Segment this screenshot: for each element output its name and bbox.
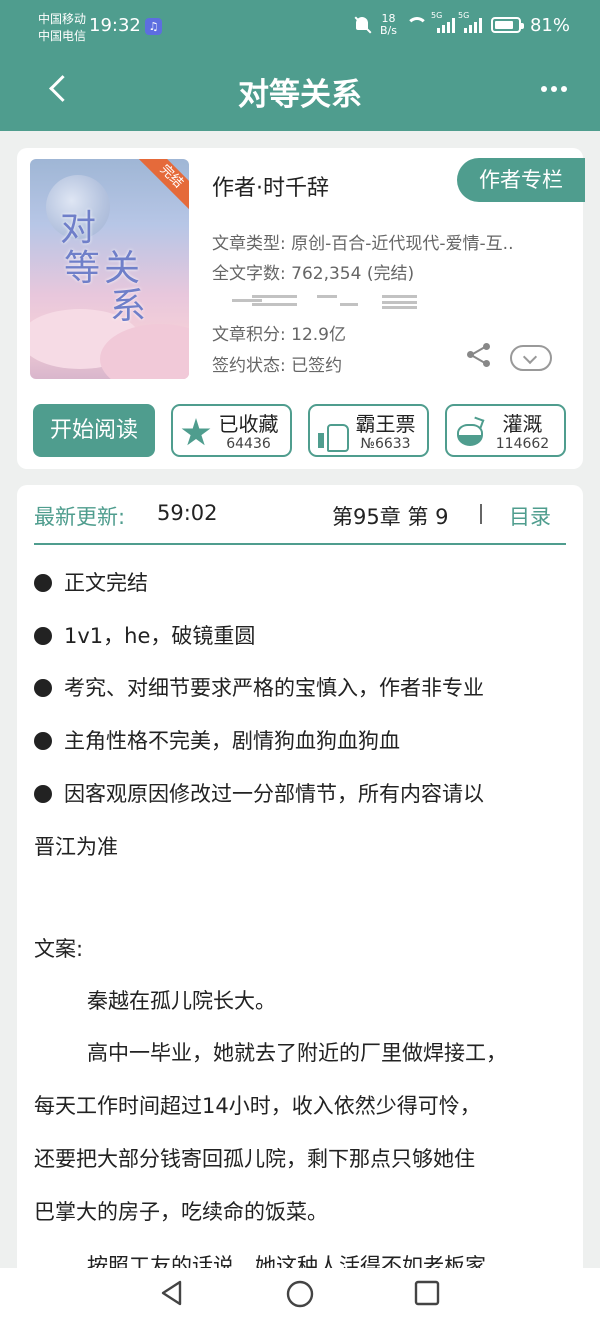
divider xyxy=(34,543,566,545)
bullet-icon xyxy=(34,627,52,645)
wifi-icon xyxy=(405,17,428,33)
author-name[interactable]: 作者·时千辞 xyxy=(212,170,329,202)
carrier-2: 中国电信 xyxy=(38,29,87,43)
thumbs-up-icon xyxy=(318,418,349,452)
nav-home-icon[interactable] xyxy=(286,1280,314,1308)
collect-count: 64436 xyxy=(226,436,271,452)
irrigate-count: 114662 xyxy=(495,436,550,452)
status-time: 19:32 xyxy=(89,15,141,36)
more-options-icon[interactable] xyxy=(541,86,567,92)
summary-paragraph: 秦越在孤儿院长大。 xyxy=(87,989,276,1013)
book-cover[interactable]: 对 等 关 系 完结 xyxy=(30,159,189,379)
start-reading-button[interactable]: 开始阅读 xyxy=(33,404,155,457)
tag-item: 1v1，he，破镜重圆 xyxy=(34,620,255,650)
nav-recents-icon[interactable] xyxy=(414,1280,440,1306)
divider xyxy=(480,504,482,524)
table-of-contents-link[interactable]: 目录 xyxy=(509,501,551,531)
cover-title-char: 系 xyxy=(110,286,147,327)
download-icon[interactable] xyxy=(508,340,552,371)
share-icon[interactable] xyxy=(467,343,491,367)
tag-item: 考究、对细节要求严格的宝慎入，作者非专业 xyxy=(34,672,484,702)
status-icons: 18 B/s 5G 5G 81% xyxy=(353,11,570,37)
book-info-card: 对 等 关 系 完结 作者·时千辞 作者专栏 文章类型: 原创-百合-近代现代-… xyxy=(17,148,585,469)
summary-line: 高中一毕业，她就去了附近的厂里做焊接工， xyxy=(87,1041,507,1065)
bawang-ticket-button[interactable]: 霸王票 №6633 xyxy=(308,404,429,457)
collect-button[interactable]: 已收藏 64436 xyxy=(171,404,292,457)
irrigate-label: 灌溉 xyxy=(502,412,543,436)
latest-update-label: 最新更新: xyxy=(34,505,126,529)
latest-chapter[interactable]: 第95章 第 9 xyxy=(332,501,448,531)
carrier-1: 中国移动 xyxy=(38,12,87,26)
ticket-label: 霸王票 xyxy=(355,412,416,436)
summary-line: 每天工作时间超过14小时，收入依然少得可怜， xyxy=(34,1094,481,1118)
author-column-button[interactable]: 作者专栏 xyxy=(457,158,585,202)
status-bar: 中国移动 中国电信 19:32 ♫ 18 B/s 5G 5G 81% xyxy=(0,0,600,56)
bullet-icon xyxy=(34,732,52,750)
tag-item: 因客观原因修改过一分部情节，所有内容请以 xyxy=(34,778,484,808)
battery-percent: 81% xyxy=(529,14,570,36)
collect-label: 已收藏 xyxy=(218,412,279,436)
system-nav-bar xyxy=(0,1268,600,1318)
flask-icon xyxy=(455,416,485,448)
tag-item: 正文完结 xyxy=(34,567,148,597)
summary-label: 文案: xyxy=(34,937,84,961)
obscured-line xyxy=(232,293,422,309)
cover-title-char: 等 xyxy=(64,248,101,289)
tag-item-continued: 晋江为准 xyxy=(34,835,118,859)
nav-back-icon[interactable] xyxy=(160,1280,184,1306)
bullet-icon xyxy=(34,785,52,803)
irrigate-button[interactable]: 灌溉 114662 xyxy=(445,404,566,457)
network-speed: 18 B/s xyxy=(380,12,397,37)
article-score: 文章积分: 12.9亿 xyxy=(212,325,346,345)
app-header: 中国移动 中国电信 19:32 ♫ 18 B/s 5G 5G 81% 对等关系 xyxy=(0,0,600,131)
summary-line: 还要把大部分钱寄回孤儿院，剩下那点只够她住 xyxy=(34,1147,475,1171)
word-count: 全文字数: 762,354 (完结) xyxy=(212,264,415,284)
sign-status: 签约状态: 已签约 xyxy=(212,356,343,376)
bullet-icon xyxy=(34,574,52,592)
summary-line: 巴掌大的房子，吃续命的饭菜。 xyxy=(34,1200,328,1224)
star-icon xyxy=(181,418,211,448)
page-title: 对等关系 xyxy=(238,77,362,113)
completed-badge: 完结 xyxy=(135,159,189,213)
mute-bell-icon xyxy=(353,15,371,35)
carrier-info: 中国移动 中国电信 xyxy=(38,11,86,45)
book-description-card: 最新更新: 59:02 第95章 第 9 目录 正文完结 1v1，he，破镜重圆… xyxy=(17,485,583,1318)
bullet-icon xyxy=(34,679,52,697)
signal-icon-1: 5G xyxy=(431,11,455,33)
signal-icon-2: 5G xyxy=(458,11,482,33)
battery-icon xyxy=(490,17,524,33)
tag-item: 主角性格不完美，剧情狗血狗血狗血 xyxy=(34,725,400,755)
ticket-rank: №6633 xyxy=(360,436,411,452)
latest-update-time: 59:02 xyxy=(157,501,218,525)
book-type: 文章类型: 原创-百合-近代现代-爱情-互.. xyxy=(212,234,514,254)
music-app-icon: ♫ xyxy=(145,18,162,35)
